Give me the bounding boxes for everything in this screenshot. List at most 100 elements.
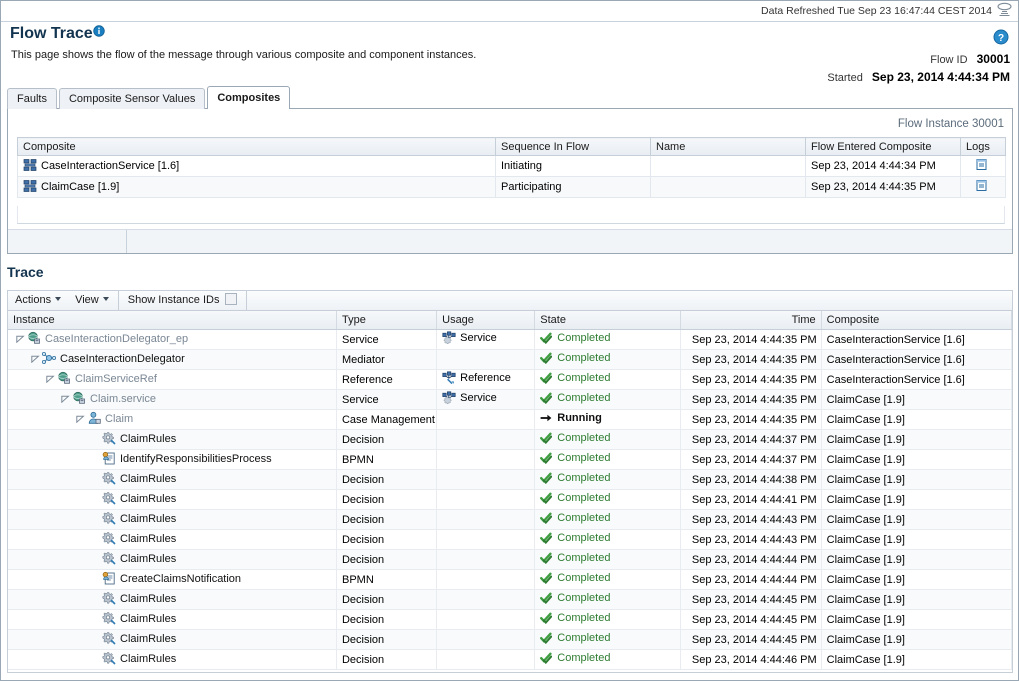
instance-cell[interactable]: ClaimRules [8, 429, 337, 450]
tab-faults[interactable]: Faults [7, 88, 57, 109]
trace-table-row[interactable]: ClaimRules Decision Completed Sep 23, 2014 … [8, 609, 1012, 630]
trace-table-row[interactable]: ClaimRules Decision Completed Sep 23, 2014 … [8, 629, 1012, 650]
decision-icon [102, 531, 116, 548]
instance-label[interactable]: CaseInteractionDelegator [60, 353, 185, 365]
expand-twisty-icon[interactable] [76, 414, 85, 424]
instance-cell[interactable]: IdentifyResponsibilitiesProcess [8, 449, 337, 470]
trace-table-row[interactable]: ClaimRules Decision Completed Sep 23, 2014 … [8, 489, 1012, 510]
composites-col-header[interactable]: Logs [960, 137, 1006, 156]
instance-label[interactable]: ClaimRules [120, 433, 176, 445]
instance-cell[interactable]: ClaimRules [8, 529, 337, 550]
trace-col-header[interactable]: Time [680, 311, 822, 330]
expand-twisty-icon[interactable] [31, 354, 40, 364]
trace-table-row[interactable]: ClaimRules Decision Completed Sep 23, 2014 … [8, 549, 1012, 570]
instance-cell[interactable]: CreateClaimsNotification [8, 569, 337, 590]
trace-table-row[interactable]: ClaimRules Decision Completed Sep 23, 2014 … [8, 509, 1012, 530]
instance-label[interactable]: CreateClaimsNotification [120, 573, 241, 585]
usage-cell [436, 529, 536, 550]
tab-composite-sensor-values[interactable]: Composite Sensor Values [58, 88, 206, 109]
trace-col-header[interactable]: Type [336, 311, 438, 330]
instance-cell[interactable]: CaseInteractionDelegator_ep [8, 329, 337, 350]
state-label: Completed [557, 472, 611, 484]
check-icon [540, 392, 553, 407]
instance-label[interactable]: ClaimRules [120, 473, 176, 485]
instance-cell[interactable]: ClaimRules [8, 649, 337, 670]
instance-cell[interactable]: ClaimRules [8, 489, 337, 510]
expand-twisty-icon[interactable] [46, 374, 55, 384]
composites-table-row[interactable]: ClaimCase [1.9] Participating Sep 23, 2014… [17, 176, 1006, 198]
instance-cell[interactable]: ClaimRules [8, 509, 337, 530]
instance-label[interactable]: Claim [105, 413, 133, 425]
composites-col-header[interactable]: Sequence In Flow [495, 137, 651, 156]
show-instance-ids-checkbox[interactable] [225, 293, 238, 305]
decision-icon [102, 511, 116, 528]
usage-cell [436, 489, 536, 510]
logs-cell[interactable] [960, 155, 1006, 177]
trace-col-header[interactable]: Instance [8, 311, 337, 330]
composites-col-header[interactable]: Flow Entered Composite [805, 137, 961, 156]
composites-col-header[interactable]: Name [650, 137, 806, 156]
state-label: Completed [557, 632, 611, 644]
instance-label[interactable]: IdentifyResponsibilitiesProcess [120, 453, 272, 465]
view-menu[interactable]: View [68, 291, 116, 310]
trace-table-container: Instance Type Usage State Time Composite Case… [7, 311, 1013, 673]
instance-label[interactable]: ClaimRules [120, 633, 176, 645]
trace-col-header[interactable]: Composite [821, 311, 1012, 330]
instance-cell[interactable]: ClaimRules [8, 589, 337, 610]
help-icon[interactable]: ? [993, 29, 1009, 45]
instance-label[interactable]: ClaimRules [120, 593, 176, 605]
composites-table-row[interactable]: CaseInteractionService [1.6] Initiating Se… [17, 155, 1006, 177]
trace-table-row[interactable]: Claim Case Management Running Sep 23, 2014 … [8, 409, 1012, 430]
decision-icon [102, 491, 116, 508]
instance-label[interactable]: ClaimRules [120, 613, 176, 625]
instance-label[interactable]: ClaimRules [120, 533, 176, 545]
instance-cell[interactable]: Claim [8, 409, 337, 430]
instance-cell[interactable]: Claim.service [8, 389, 337, 410]
page-title: Flow Trace [10, 25, 93, 42]
trace-table-row[interactable]: Claim.service Service Service Completed Sep … [8, 389, 1012, 410]
info-icon[interactable] [93, 25, 105, 37]
instance-cell[interactable]: ClaimRules [8, 469, 337, 490]
check-icon [540, 592, 553, 607]
tab-composites[interactable]: Composites [207, 86, 291, 109]
flow-header-fields: Flow ID 30001 Started Sep 23, 2014 4:44:… [827, 51, 1010, 87]
instance-cell[interactable]: ClaimServiceRef [8, 369, 337, 390]
trace-col-header[interactable]: State [534, 311, 682, 330]
refresh-bar: Data Refreshed Tue Sep 23 16:47:44 CEST … [1, 1, 1018, 22]
trace-col-header[interactable]: Usage [436, 311, 536, 330]
state-cell: Completed [534, 589, 682, 610]
instance-cell[interactable]: ClaimRules [8, 549, 337, 570]
instance-label[interactable]: ClaimRules [120, 553, 176, 565]
instance-label[interactable]: ClaimRules [120, 513, 176, 525]
logs-cell[interactable] [960, 176, 1006, 198]
trace-table-row[interactable]: IdentifyResponsibilitiesProcess BPMN Compl… [8, 449, 1012, 470]
show-instance-ids-control[interactable]: Show Instance IDs [121, 291, 245, 310]
trace-table-row[interactable]: ClaimRules Decision Completed Sep 23, 2014 … [8, 529, 1012, 550]
expand-twisty-icon[interactable] [16, 334, 25, 344]
instance-cell[interactable]: CaseInteractionDelegator [8, 349, 337, 370]
instance-label[interactable]: Claim.service [90, 393, 156, 405]
trace-table-row[interactable]: CaseInteractionDelegator Mediator Complete… [8, 349, 1012, 370]
expand-twisty-icon[interactable] [61, 394, 70, 404]
state-cell: Running [534, 409, 682, 430]
composite-cell: ClaimCase [1.9] [821, 389, 1012, 410]
footer-splitter[interactable] [126, 230, 127, 253]
trace-table-row[interactable]: ClaimRules Decision Completed Sep 23, 2014 … [8, 589, 1012, 610]
instance-label[interactable]: ClaimServiceRef [75, 373, 157, 385]
composites-col-header[interactable]: Composite [17, 137, 496, 156]
instance-label[interactable]: ClaimRules [120, 653, 176, 665]
trace-table-row[interactable]: ClaimRules Decision Completed Sep 23, 2014 … [8, 649, 1012, 670]
instance-cell[interactable]: ClaimRules [8, 629, 337, 650]
name-cell [650, 176, 806, 198]
trace-table-row[interactable]: ClaimRules Decision Completed Sep 23, 2014 … [8, 429, 1012, 450]
trace-table-row[interactable]: CreateClaimsNotification BPMN Completed Sep… [8, 569, 1012, 590]
trace-table-row[interactable]: CaseInteractionDelegator_ep Service Servic… [8, 329, 1012, 350]
instance-label[interactable]: CaseInteractionDelegator_ep [45, 333, 188, 345]
refresh-monitor-icon[interactable] [996, 2, 1013, 19]
actions-menu[interactable]: Actions [8, 291, 68, 310]
trace-table-row[interactable]: ClaimServiceRef Reference Reference Complet… [8, 369, 1012, 390]
instance-label[interactable]: ClaimRules [120, 493, 176, 505]
composite-cell: ClaimCase [1.9] [821, 509, 1012, 530]
trace-table-row[interactable]: ClaimRules Decision Completed Sep 23, 2014 … [8, 469, 1012, 490]
instance-cell[interactable]: ClaimRules [8, 609, 337, 630]
